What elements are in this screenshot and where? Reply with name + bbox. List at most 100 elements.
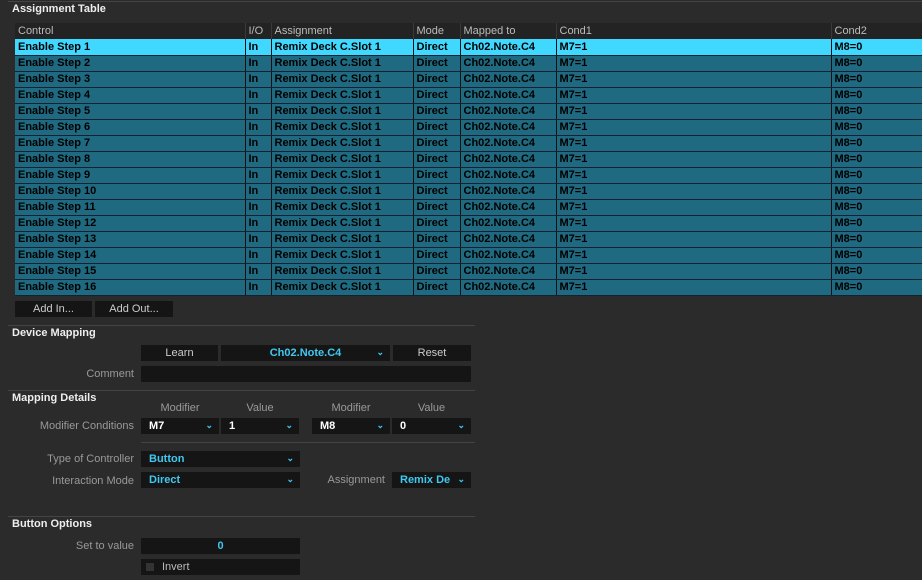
table-row[interactable]: Enable Step 16 In Remix Deck C.Slot 1 Direc… xyxy=(15,279,922,296)
table-cell: M8=0 xyxy=(831,167,922,184)
assignment-dropdown[interactable]: Remix De ⌄ xyxy=(392,472,471,488)
chevron-down-icon: ⌄ xyxy=(376,420,384,430)
table-cell: In xyxy=(245,39,272,56)
type-of-controller-dropdown[interactable]: Button ⌄ xyxy=(141,451,300,467)
table-cell: Enable Step 12 xyxy=(15,215,246,232)
table-row[interactable]: Enable Step 2 In Remix Deck C.Slot 1 Direct… xyxy=(15,55,922,72)
table-row[interactable]: Enable Step 3 In Remix Deck C.Slot 1 Direct… xyxy=(15,71,922,88)
table-cell: Direct xyxy=(413,119,461,136)
chevron-down-icon: ⌄ xyxy=(376,347,384,357)
table-cell: Direct xyxy=(413,247,461,264)
table-cell: M8=0 xyxy=(831,71,922,88)
learn-button[interactable]: Learn xyxy=(141,345,218,361)
table-cell: Ch02.Note.C4 xyxy=(460,215,557,232)
table-row[interactable]: Enable Step 15 In Remix Deck C.Slot 1 Direc… xyxy=(15,263,922,280)
table-cell: In xyxy=(245,135,272,152)
add-in-button[interactable]: Add In... xyxy=(15,301,92,317)
table-cell: Enable Step 15 xyxy=(15,263,246,280)
device-mapping-title: Device Mapping xyxy=(12,327,96,339)
column-header[interactable]: I/O xyxy=(245,23,272,39)
table-cell: Direct xyxy=(413,71,461,88)
chevron-down-icon: ⌄ xyxy=(457,474,465,484)
table-row[interactable]: Enable Step 13 In Remix Deck C.Slot 1 Direc… xyxy=(15,231,922,248)
table-cell: Enable Step 16 xyxy=(15,279,246,296)
table-cell: Direct xyxy=(413,167,461,184)
table-cell: Ch02.Note.C4 xyxy=(460,167,557,184)
table-cell: Enable Step 11 xyxy=(15,199,246,216)
table-cell: Ch02.Note.C4 xyxy=(460,55,557,72)
comment-input[interactable] xyxy=(141,366,471,382)
mapped-to-value: Ch02.Note.C4 xyxy=(269,347,342,359)
invert-checkbox[interactable]: Invert xyxy=(141,559,300,575)
assignment-table-title: Assignment Table xyxy=(12,3,106,15)
table-row[interactable]: Enable Step 11 In Remix Deck C.Slot 1 Direc… xyxy=(15,199,922,216)
table-cell: In xyxy=(245,263,272,280)
table-row[interactable]: Enable Step 10 In Remix Deck C.Slot 1 Direc… xyxy=(15,183,922,200)
modifier-header-2: Modifier xyxy=(331,402,371,414)
modifier-header-1: Modifier xyxy=(160,402,200,414)
table-cell: M8=0 xyxy=(831,183,922,200)
interaction-mode-dropdown[interactable]: Direct ⌄ xyxy=(141,472,300,488)
table-cell: Remix Deck C.Slot 1 xyxy=(271,39,414,56)
chevron-down-icon: ⌄ xyxy=(205,420,213,430)
column-header[interactable]: Mapped to xyxy=(460,23,557,39)
table-cell: M8=0 xyxy=(831,263,922,280)
table-cell: M7=1 xyxy=(556,119,832,136)
table-cell: In xyxy=(245,87,272,104)
modifier-2-dropdown[interactable]: M8 ⌄ xyxy=(312,418,390,434)
set-to-value-input[interactable]: 0 xyxy=(141,538,300,554)
table-cell: Ch02.Note.C4 xyxy=(460,87,557,104)
invert-label: Invert xyxy=(162,561,190,573)
table-cell: Remix Deck C.Slot 1 xyxy=(271,167,414,184)
reset-button[interactable]: Reset xyxy=(393,345,471,361)
table-row[interactable]: Enable Step 5 In Remix Deck C.Slot 1 Direct… xyxy=(15,103,922,120)
table-cell: In xyxy=(245,55,272,72)
table-cell: Direct xyxy=(413,103,461,120)
table-cell: In xyxy=(245,247,272,264)
column-header[interactable]: Control xyxy=(15,23,246,39)
column-header[interactable]: Cond1 xyxy=(556,23,832,39)
table-cell: Remix Deck C.Slot 1 xyxy=(271,247,414,264)
table-row[interactable]: Enable Step 12 In Remix Deck C.Slot 1 Direc… xyxy=(15,215,922,232)
modifier-1-dropdown[interactable]: M7 ⌄ xyxy=(141,418,219,434)
set-to-value-label: Set to value xyxy=(75,540,134,552)
chevron-down-icon: ⌄ xyxy=(286,474,294,484)
table-row[interactable]: Enable Step 4 In Remix Deck C.Slot 1 Direct… xyxy=(15,87,922,104)
table-cell: M8=0 xyxy=(831,231,922,248)
table-cell: Enable Step 3 xyxy=(15,71,246,88)
type-of-controller-value: Button xyxy=(149,453,185,465)
table-cell: Direct xyxy=(413,231,461,248)
table-row[interactable]: Enable Step 14 In Remix Deck C.Slot 1 Direc… xyxy=(15,247,922,264)
type-of-controller-label: Type of Controller xyxy=(47,453,134,465)
value-1-dropdown[interactable]: 1 ⌄ xyxy=(221,418,299,434)
table-row[interactable]: Enable Step 7 In Remix Deck C.Slot 1 Direct… xyxy=(15,135,922,152)
assignment-label: Assignment xyxy=(327,474,385,486)
chevron-down-icon: ⌄ xyxy=(286,453,294,463)
table-cell: Ch02.Note.C4 xyxy=(460,151,557,168)
table-row[interactable]: Enable Step 8 In Remix Deck C.Slot 1 Direct… xyxy=(15,151,922,168)
table-cell: M8=0 xyxy=(831,39,922,56)
table-cell: In xyxy=(245,279,272,296)
table-row[interactable]: Enable Step 6 In Remix Deck C.Slot 1 Direct… xyxy=(15,119,922,136)
table-cell: Remix Deck C.Slot 1 xyxy=(271,183,414,200)
column-header[interactable]: Cond2 xyxy=(831,23,922,39)
value-2-dropdown[interactable]: 0 ⌄ xyxy=(392,418,471,434)
table-row[interactable]: Enable Step 1 In Remix Deck C.Slot 1 Direct… xyxy=(15,39,922,56)
table-row[interactable]: Enable Step 9 In Remix Deck C.Slot 1 Direct… xyxy=(15,167,922,184)
column-header[interactable]: Assignment xyxy=(271,23,414,39)
chevron-down-icon: ⌄ xyxy=(285,420,293,430)
table-cell: Remix Deck C.Slot 1 xyxy=(271,231,414,248)
table-cell: M7=1 xyxy=(556,263,832,280)
mapped-to-dropdown[interactable]: Ch02.Note.C4 ⌄ xyxy=(221,345,390,361)
set-to-value-value: 0 xyxy=(217,540,224,552)
table-cell: Remix Deck C.Slot 1 xyxy=(271,151,414,168)
table-cell: Ch02.Note.C4 xyxy=(460,247,557,264)
modifier-conditions-label: Modifier Conditions xyxy=(39,420,134,432)
table-cell: Direct xyxy=(413,183,461,200)
table-cell: Enable Step 4 xyxy=(15,87,246,104)
column-header[interactable]: Mode xyxy=(413,23,461,39)
table-cell: Ch02.Note.C4 xyxy=(460,231,557,248)
table-cell: Enable Step 5 xyxy=(15,103,246,120)
add-out-button[interactable]: Add Out... xyxy=(95,301,173,317)
assignment-table: Control I/O Assignment Mode Mapped to Cond1 Co… xyxy=(15,23,922,296)
